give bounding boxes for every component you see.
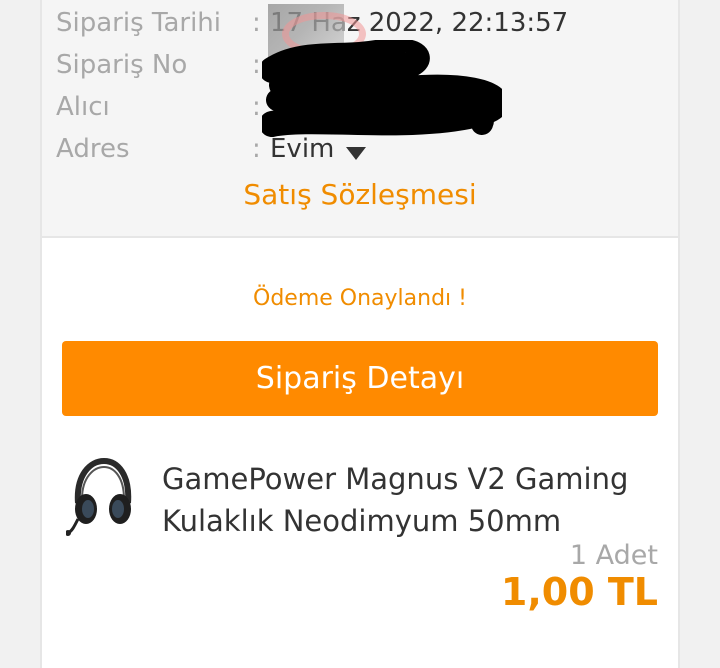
separator: :	[252, 8, 261, 38]
order-detail-button[interactable]: Sipariş Detayı	[62, 341, 658, 416]
payment-status-text: Ödeme Onaylandı !	[253, 286, 467, 311]
product-quantity: 1 Adet	[569, 540, 658, 571]
headphones-icon[interactable]	[66, 455, 138, 539]
separator: :	[252, 134, 261, 164]
product-name[interactable]: GamePower Magnus V2 Gaming Kulaklık Neod…	[162, 458, 662, 542]
separator: :	[252, 50, 261, 80]
order-number-label: Sipariş No	[56, 50, 188, 80]
separator: :	[252, 92, 261, 122]
sales-contract-link[interactable]: Satış Sözleşmesi	[0, 178, 720, 211]
recipient-label: Alıcı	[56, 92, 110, 122]
product-price: 1,00 TL	[500, 570, 658, 614]
address-label: Adres	[56, 134, 130, 164]
order-date-label: Sipariş Tarihi	[56, 8, 222, 38]
redaction-scribble	[262, 40, 502, 137]
